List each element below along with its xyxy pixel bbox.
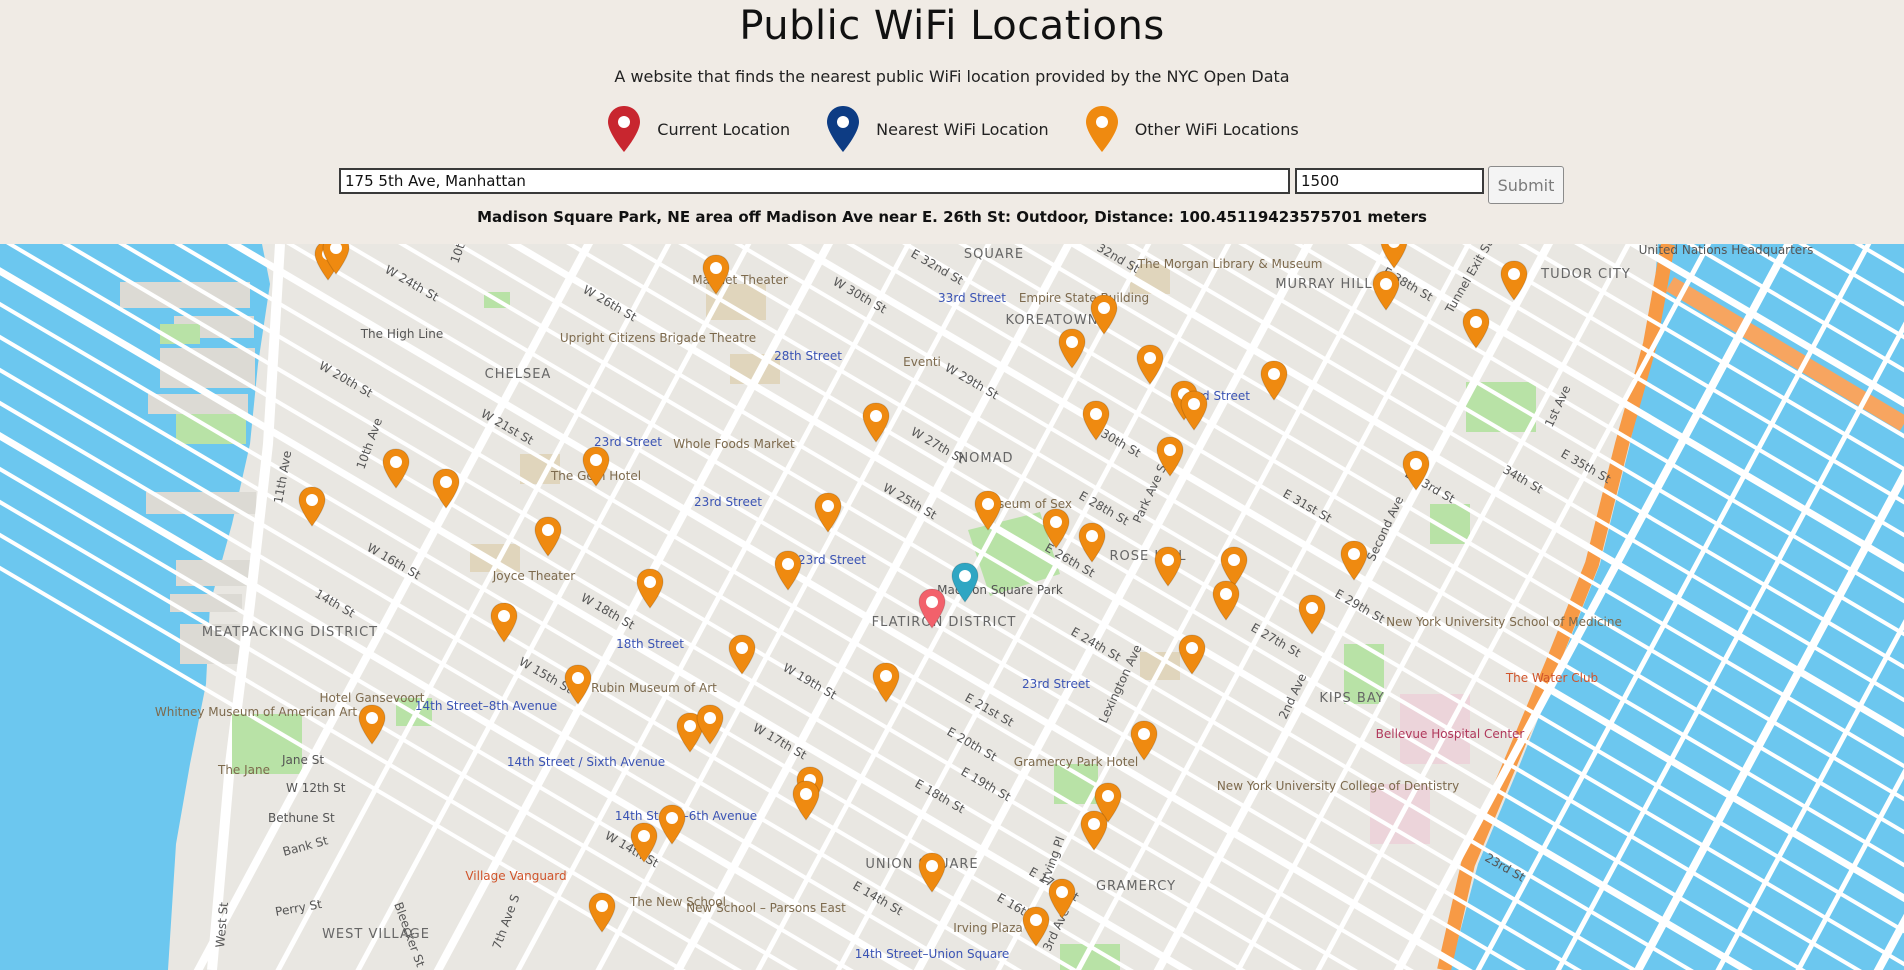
legend-other: Other WiFi Locations (1083, 104, 1299, 154)
address-input[interactable] (339, 168, 1290, 194)
station-14th-union-sq: 14th Street–Union Square (855, 947, 1010, 961)
street-w12: W 12th St (286, 781, 346, 795)
street-jane: Jane St (281, 753, 324, 767)
poi-eventi: Eventi (903, 355, 941, 369)
search-form: Submit (0, 166, 1904, 206)
station-23rd-broadway: 23rd Street (798, 553, 866, 567)
station-33rd: 33rd Street (938, 291, 1006, 305)
poi-joyce: Joyce Theater (492, 569, 576, 583)
poi-whole-foods: Whole Foods Market (673, 437, 795, 451)
poi-parsons-east: New School – Parsons East (686, 901, 846, 915)
current-location-pin-icon (608, 106, 641, 152)
station-23rd-park: 23rd Street (1022, 677, 1090, 691)
poi-the-jane: The Jane (217, 763, 270, 777)
station-28th: 28th Street (774, 349, 842, 363)
label-koreatown: KOREATOWN (1006, 313, 1099, 328)
label-flatiron: FLATIRON DISTRICT (872, 615, 1017, 630)
poi-ucb: Upright Citizens Brigade Theatre (560, 331, 756, 345)
poi-high-line: The High Line (360, 327, 444, 341)
station-14th-6th: 14th Street / Sixth Avenue (507, 755, 665, 769)
map-canvas[interactable]: CHELSEA NOMAD KOREATOWN SQUARE MURRAY HI… (0, 244, 1904, 970)
poi-un: United Nations Headquarters (1639, 244, 1814, 257)
poi-bellevue: Bellevue Hospital Center (1376, 727, 1525, 741)
other-wifi-pin-icon (1085, 106, 1118, 152)
poi-village-vanguard: Village Vanguard (465, 869, 566, 883)
label-square: SQUARE (964, 247, 1024, 262)
page-subtitle: A website that finds the nearest public … (614, 67, 1290, 86)
nearest-wifi-pin-icon (827, 106, 860, 152)
poi-rubin: Rubin Museum of Art (591, 681, 717, 695)
nearest-result-text: Madison Square Park, NE area off Madison… (477, 208, 1427, 226)
poi-nyu-dentistry: New York University College of Dentistry (1217, 779, 1459, 793)
station-23rd-8th: 23rd Street (594, 435, 662, 449)
label-tudor-city: TUDOR CITY (1540, 267, 1631, 282)
poi-irving-plaza: Irving Plaza (953, 921, 1023, 935)
poi-morgan: The Morgan Library & Museum (1137, 257, 1323, 271)
label-chelsea: CHELSEA (485, 367, 552, 382)
header: Public WiFi Locations A website that fin… (0, 0, 1904, 244)
legend-nearest: Nearest WiFi Location (824, 104, 1049, 154)
poi-gansevoort: Hotel Gansevoort (320, 691, 425, 705)
poi-gramercy-park-hotel: Gramercy Park Hotel (1014, 755, 1138, 769)
radius-input[interactable] (1295, 168, 1484, 194)
poi-empire-state: Empire State Building (1019, 291, 1149, 305)
page-title: Public WiFi Locations (739, 3, 1165, 49)
legend-nearest-label: Nearest WiFi Location (876, 119, 1049, 139)
street-bethune: Bethune St (268, 811, 335, 825)
map[interactable]: CHELSEA NOMAD KOREATOWN SQUARE MURRAY HI… (0, 244, 1904, 970)
station-18th: 18th Street (616, 637, 684, 651)
label-kips-bay: KIPS BAY (1319, 691, 1384, 706)
submit-button[interactable]: Submit (1488, 166, 1564, 204)
label-meatpacking: MEATPACKING DISTRICT (202, 625, 378, 640)
legend-other-label: Other WiFi Locations (1134, 119, 1299, 139)
poi-water-club: The Water Club (1505, 671, 1598, 685)
legend-current-label: Current Location (657, 119, 791, 139)
station-14th-6th-b: 14th Street–6th Avenue (615, 809, 757, 823)
station-23rd-6th: 23rd Street (694, 495, 762, 509)
legend-current: Current Location (605, 104, 790, 154)
poi-whitney: Whitney Museum of American Art (155, 705, 358, 719)
label-murray-hill: MURRAY HILL (1275, 277, 1372, 292)
label-gramercy: GRAMERCY (1096, 879, 1176, 894)
poi-nyu-medicine: New York University School of Medicine (1386, 615, 1622, 629)
legend: Current Location Nearest WiFi Location O… (0, 104, 1904, 154)
station-14th-8th: 14th Street–8th Avenue (415, 699, 557, 713)
